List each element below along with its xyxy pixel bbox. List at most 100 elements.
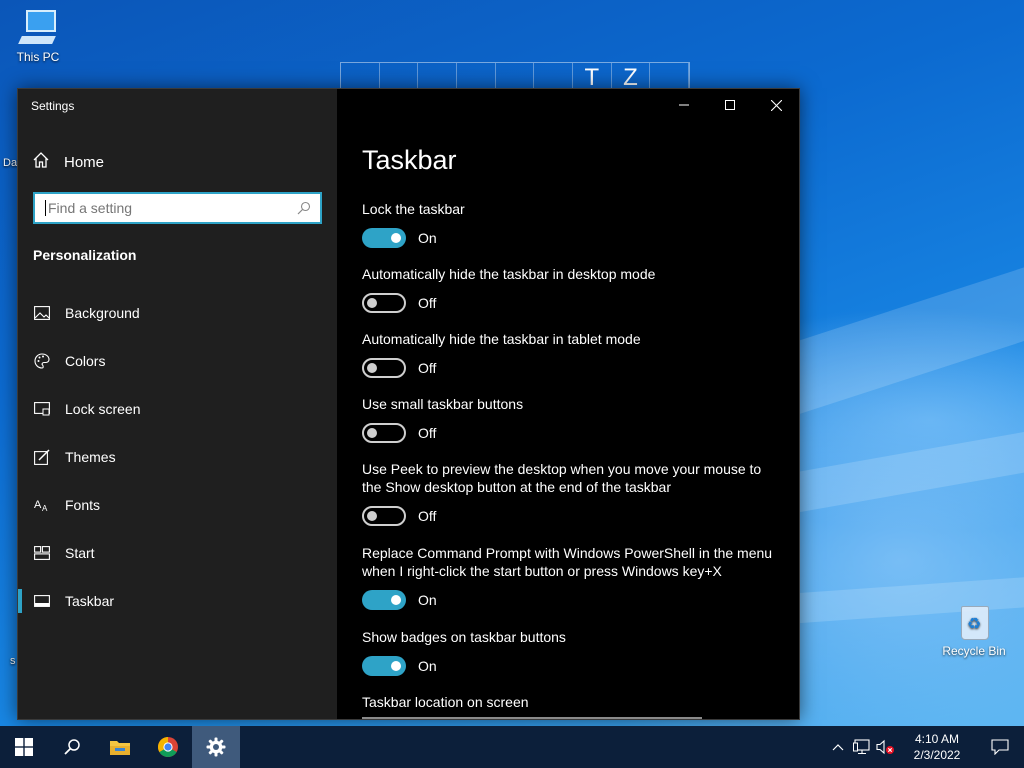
- setting-label: Taskbar location on screen: [362, 694, 529, 710]
- badges-toggle[interactable]: [362, 656, 406, 676]
- file-explorer-icon: [110, 741, 130, 755]
- setting-label: Use small taskbar buttons: [362, 396, 524, 412]
- lock-screen-icon: [34, 401, 50, 417]
- setting-autohide-desktop: Automatically hide the taskbar in deskto…: [362, 265, 782, 313]
- image-icon: [34, 305, 50, 321]
- file-explorer-button[interactable]: [96, 726, 144, 768]
- setting-peek: Use Peek to preview the desktop when you…: [362, 460, 782, 526]
- sidebar-item-taskbar[interactable]: Taskbar: [18, 577, 337, 625]
- window-title: Settings: [31, 99, 75, 113]
- search-input[interactable]: [46, 194, 292, 222]
- small-buttons-toggle[interactable]: [362, 423, 406, 443]
- settings-window: Settings Home Personalization Background: [17, 88, 800, 720]
- palette-icon: [34, 353, 50, 369]
- setting-label: Show badges on taskbar buttons: [362, 629, 566, 645]
- sidebar-item-lock-screen[interactable]: Lock screen: [18, 385, 337, 433]
- home-label: Home: [64, 153, 105, 171]
- svg-text:A: A: [34, 499, 42, 511]
- system-tray: 4:10 AM 2/3/2022: [826, 726, 1024, 768]
- sidebar-item-label: Background: [65, 305, 140, 321]
- computer-icon: [18, 10, 58, 46]
- setting-label: Lock the taskbar: [362, 201, 465, 217]
- lock-taskbar-toggle[interactable]: [362, 228, 406, 248]
- powershell-toggle[interactable]: [362, 590, 406, 610]
- this-pc-desktop-icon[interactable]: This PC: [0, 10, 76, 64]
- setting-label-line2: the Show desktop button at the end of th…: [362, 479, 671, 495]
- toggle-state: On: [418, 592, 437, 608]
- recycle-bin-desktop-icon[interactable]: ♻ Recycle Bin: [936, 600, 1012, 658]
- start-icon: [34, 545, 50, 561]
- sidebar-item-colors[interactable]: Colors: [18, 337, 337, 385]
- sidebar-item-label: Taskbar: [65, 593, 115, 609]
- setting-powershell: Replace Command Prompt with Windows Powe…: [362, 544, 782, 610]
- page-title: Taskbar: [362, 145, 457, 175]
- desktop-edge-text: s: [10, 655, 16, 667]
- sidebar-item-themes[interactable]: Themes: [18, 433, 337, 481]
- sidebar-item-background[interactable]: Background: [18, 289, 337, 337]
- action-center-button[interactable]: [976, 726, 1024, 768]
- this-pc-label: This PC: [16, 50, 60, 64]
- settings-content: Taskbar Lock the taskbar On Automaticall…: [337, 89, 799, 719]
- search-button[interactable]: [48, 726, 96, 768]
- sidebar-item-fonts[interactable]: AA Fonts: [18, 481, 337, 529]
- sidebar-item-start[interactable]: Start: [18, 529, 337, 577]
- setting-small-buttons: Use small taskbar buttons Off: [362, 395, 782, 443]
- network-icon: [853, 739, 870, 755]
- taskbar-location-dropdown[interactable]: [362, 717, 702, 719]
- minimize-icon: [679, 104, 689, 106]
- toggle-state: Off: [418, 425, 437, 441]
- show-hidden-icons-button[interactable]: [826, 726, 850, 768]
- setting-autohide-tablet: Automatically hide the taskbar in tablet…: [362, 330, 782, 378]
- settings-sidebar: Settings Home Personalization Background: [18, 89, 337, 719]
- recycle-bin-icon: ♻: [957, 600, 991, 640]
- maximize-icon: [725, 100, 735, 110]
- toggle-state: On: [418, 230, 437, 246]
- setting-badges: Show badges on taskbar buttons On: [362, 628, 782, 676]
- recycle-bin-label: Recycle Bin: [942, 644, 1006, 658]
- clock-date: 2/3/2022: [913, 748, 961, 762]
- clock-time: 4:10 AM: [914, 732, 960, 746]
- setting-label: Automatically hide the taskbar in deskto…: [362, 266, 656, 282]
- notification-icon: [991, 739, 1009, 755]
- desktop-edge-text: Da: [3, 157, 18, 169]
- settings-taskbar-button[interactable]: [192, 726, 240, 768]
- setting-lock-taskbar: Lock the taskbar On: [362, 200, 782, 248]
- clock[interactable]: 4:10 AM 2/3/2022: [898, 731, 976, 763]
- search-icon: [64, 739, 80, 755]
- home-nav-item[interactable]: Home: [32, 151, 104, 173]
- sidebar-item-label: Themes: [65, 449, 116, 465]
- close-button[interactable]: [753, 89, 799, 121]
- windows-taskbar: 4:10 AM 2/3/2022: [0, 726, 1024, 768]
- sidebar-item-label: Start: [65, 545, 95, 561]
- sidebar-item-label: Lock screen: [65, 401, 141, 417]
- chevron-up-icon: [832, 744, 844, 751]
- font-icon: AA: [34, 497, 50, 513]
- volume-button[interactable]: [874, 726, 898, 768]
- chrome-button[interactable]: [144, 726, 192, 768]
- peek-toggle[interactable]: [362, 506, 406, 526]
- toggle-state: Off: [418, 508, 437, 524]
- section-heading: Personalization: [33, 247, 137, 263]
- setting-label-line1: Replace Command Prompt with Windows Powe…: [362, 545, 773, 561]
- setting-label-line1: Use Peek to preview the desktop when you…: [362, 461, 762, 477]
- personalization-nav: Background Colors Lock screen Themes A A…: [18, 289, 337, 625]
- home-icon: [32, 151, 50, 173]
- close-icon: [770, 99, 782, 111]
- sidebar-item-label: Colors: [65, 353, 106, 369]
- search-box[interactable]: [33, 192, 322, 224]
- autohide-tablet-toggle[interactable]: [362, 358, 406, 378]
- setting-taskbar-location: Taskbar location on screen: [362, 693, 782, 711]
- toggle-state: Off: [418, 295, 437, 311]
- maximize-button[interactable]: [707, 89, 753, 121]
- volume-muted-icon: [876, 739, 894, 755]
- windows-start-icon: [15, 738, 33, 756]
- svg-text:A: A: [42, 504, 48, 512]
- start-button[interactable]: [0, 726, 48, 768]
- brush-icon: [34, 449, 50, 465]
- autohide-desktop-toggle[interactable]: [362, 293, 406, 313]
- network-button[interactable]: [850, 726, 874, 768]
- sidebar-item-label: Fonts: [65, 497, 101, 513]
- minimize-button[interactable]: [661, 89, 707, 121]
- search-icon[interactable]: [292, 196, 316, 220]
- window-controls: [661, 89, 799, 121]
